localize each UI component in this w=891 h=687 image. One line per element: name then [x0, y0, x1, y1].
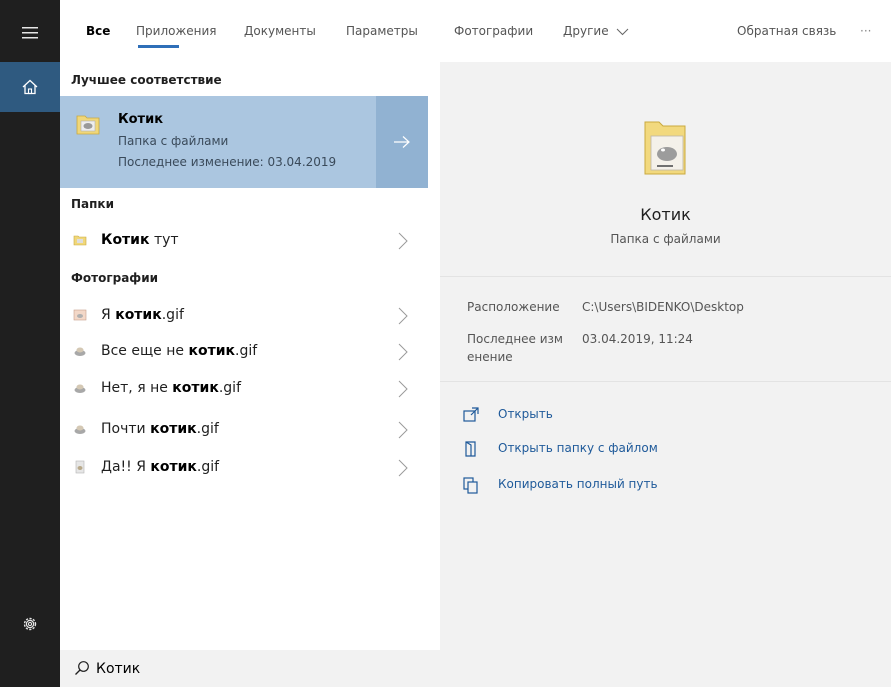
- copy-full-path-action[interactable]: Копировать полный путь: [462, 474, 762, 496]
- post-text: .gif: [161, 307, 184, 323]
- detail-pane: Котик Папка с файлами Расположение C:\Us…: [440, 62, 891, 650]
- modified-label-line2: енение: [467, 350, 513, 364]
- match-text: Котик: [101, 232, 150, 248]
- tab-apps[interactable]: Приложения: [136, 24, 217, 38]
- location-label: Расположение: [467, 300, 560, 314]
- chevron-down-icon: [617, 28, 629, 35]
- list-item[interactable]: Я котик.gif: [60, 298, 428, 334]
- pre-text: Почти: [101, 421, 151, 437]
- folder-large-icon: [644, 121, 686, 175]
- post-text: .gif: [218, 380, 241, 396]
- list-item-label: Я котик.gif: [101, 307, 184, 323]
- pre-text: Все еще не: [101, 343, 189, 359]
- results-pane: Лучшее соответствие Котик Папка с файлам…: [60, 62, 428, 650]
- tab-more[interactable]: Другие: [563, 24, 629, 38]
- copy-full-path-label: Копировать полный путь: [498, 477, 658, 491]
- home-button[interactable]: [0, 62, 60, 112]
- tab-documents[interactable]: Документы: [244, 24, 316, 38]
- best-match-expand-button[interactable]: [376, 96, 428, 188]
- more-options-button[interactable]: ···: [860, 24, 871, 38]
- rest-text: тут: [149, 232, 179, 248]
- folder-icon: [465, 441, 476, 457]
- list-item-label: Все еще не котик.gif: [101, 343, 257, 359]
- modified-value: 03.04.2019, 11:24: [582, 332, 693, 346]
- tab-photos[interactable]: Фотографии: [454, 24, 533, 38]
- search-scope-tabs: Все Приложения Документы Параметры Фотог…: [60, 0, 891, 62]
- pre-text: Нет, я не: [101, 380, 173, 396]
- feedback-link[interactable]: Обратная связь: [737, 24, 836, 38]
- tab-more-label: Другие: [563, 24, 609, 38]
- chevron-right-icon: [398, 307, 408, 325]
- match-text: котик: [150, 459, 197, 475]
- best-match-title: Котик: [118, 112, 164, 127]
- chevron-right-icon: [398, 232, 408, 250]
- open-action[interactable]: Открыть: [462, 404, 762, 426]
- chevron-right-icon: [398, 421, 408, 439]
- pre-text: Да!! Я: [101, 459, 151, 475]
- search-input[interactable]: [96, 659, 496, 679]
- detail-title: Котик: [640, 205, 691, 224]
- list-item[interactable]: Все еще не котик.gif: [60, 334, 428, 370]
- location-value: C:\Users\BIDENKO\Desktop: [582, 300, 744, 314]
- modified-label-line1: Последнее изм: [467, 332, 563, 346]
- active-tab-indicator: [138, 45, 179, 48]
- list-item-label: Котик тут: [101, 232, 179, 248]
- chevron-right-icon: [398, 343, 408, 361]
- folders-heading: Папки: [71, 197, 114, 211]
- best-match-subtitle: Папка с файлами: [118, 134, 229, 148]
- open-action-label: Открыть: [498, 407, 553, 421]
- gif-file-icon: [74, 384, 86, 393]
- arrow-right-icon: [394, 136, 410, 148]
- gif-file-icon: [73, 309, 87, 321]
- list-item-label: Нет, я не котик.gif: [101, 380, 241, 396]
- chevron-right-icon: [398, 459, 408, 477]
- tab-all[interactable]: Все: [86, 24, 110, 38]
- detail-type: Папка с файлами: [610, 232, 721, 246]
- list-item[interactable]: Почти котик.gif: [60, 412, 428, 448]
- match-text: котик: [172, 380, 219, 396]
- hamburger-icon: [22, 27, 38, 39]
- list-item-label: Да!! Я котик.gif: [101, 459, 219, 475]
- list-item[interactable]: Котик тут: [60, 223, 428, 259]
- folder-icon: [73, 235, 87, 246]
- pre-text: Я: [101, 307, 116, 323]
- chevron-right-icon: [398, 380, 408, 398]
- post-text: .gif: [196, 459, 220, 475]
- match-text: котик: [115, 307, 162, 323]
- list-item[interactable]: Нет, я не котик.gif: [60, 371, 428, 407]
- detail-header: Котик Папка с файлами: [440, 62, 891, 276]
- list-item-label: Почти котик.gif: [101, 421, 219, 437]
- folder-thumbnail-icon: [76, 115, 100, 135]
- settings-button[interactable]: [0, 600, 60, 648]
- open-file-location-label: Открыть папку с файлом: [498, 441, 658, 455]
- gear-icon: [23, 617, 37, 631]
- gif-file-icon: [75, 460, 85, 474]
- copy-icon: [463, 477, 478, 494]
- divider: [440, 276, 891, 277]
- gif-file-icon: [74, 425, 86, 434]
- tab-settings[interactable]: Параметры: [346, 24, 418, 38]
- open-file-location-action[interactable]: Открыть папку с файлом: [462, 438, 762, 460]
- match-text: котик: [150, 421, 197, 437]
- match-text: котик: [188, 343, 235, 359]
- open-icon: [463, 407, 479, 422]
- post-text: .gif: [196, 421, 219, 437]
- hamburger-menu-button[interactable]: [0, 10, 60, 56]
- photos-heading: Фотографии: [71, 271, 159, 285]
- post-text: .gif: [235, 343, 258, 359]
- divider: [440, 381, 891, 382]
- best-match-item[interactable]: Котик Папка с файлами Последнее изменени…: [60, 96, 376, 188]
- search-icon: [75, 661, 89, 675]
- home-icon: [22, 79, 38, 95]
- list-item[interactable]: Да!! Я котик.gif: [60, 450, 428, 486]
- left-rail: [0, 0, 60, 687]
- best-match-modified: Последнее изменение: 03.04.2019: [118, 155, 337, 169]
- search-bar: [60, 650, 891, 687]
- gif-file-icon: [74, 347, 86, 356]
- best-match-heading: Лучшее соответствие: [71, 73, 222, 87]
